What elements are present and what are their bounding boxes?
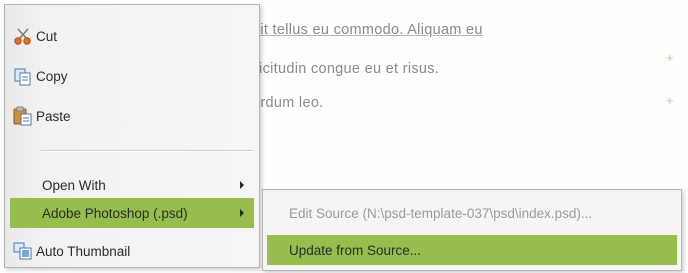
submenu-arrow-icon [240, 181, 244, 189]
document-text-line: llicitudin congue eu et risus. [252, 61, 440, 77]
menu-item-label: Open With [42, 177, 106, 193]
menu-item-label: Paste [36, 108, 71, 124]
menu-separator [41, 150, 253, 152]
menu-item-label: Adobe Photoshop (.psd) [42, 205, 188, 221]
scissors-icon [12, 25, 34, 47]
document-text-line: pit tellus eu commodo. Aliquam eu [252, 22, 483, 38]
photoshop-submenu: Edit Source (N:\psd-template-037\psd\ind… [262, 189, 682, 271]
context-menu: Cut Copy Paste Open With Adobe Photoshop… [4, 4, 260, 268]
document-text-line: erdum leo. [252, 95, 324, 111]
menu-item-cut[interactable]: Cut [10, 21, 254, 51]
copy-icon [12, 65, 34, 87]
submenu-item-label: Update from Source... [289, 242, 422, 258]
menu-item-copy[interactable]: Copy [10, 61, 254, 91]
menu-item-label: Cut [36, 28, 58, 44]
menu-item-label: Auto Thumbnail [36, 243, 131, 259]
menu-item-open-with[interactable]: Open With [10, 170, 254, 200]
submenu-arrow-icon [240, 209, 244, 217]
submenu-item-update-from-source[interactable]: Update from Source... [267, 235, 677, 265]
submenu-item-edit-source[interactable]: Edit Source (N:\psd-template-037\psd\ind… [267, 198, 677, 228]
thumbnail-icon [12, 240, 34, 262]
menu-item-paste[interactable]: Paste [10, 101, 254, 131]
submenu-item-label: Edit Source (N:\psd-template-037\psd\ind… [289, 205, 593, 221]
menu-item-adobe-photoshop[interactable]: Adobe Photoshop (.psd) [10, 198, 254, 228]
plus-marker-icon: + [666, 93, 674, 108]
plus-marker-icon: + [666, 50, 674, 65]
menu-item-label: Copy [36, 68, 68, 84]
menu-item-auto-thumbnail[interactable]: Auto Thumbnail [10, 236, 254, 266]
paste-icon [12, 105, 34, 127]
